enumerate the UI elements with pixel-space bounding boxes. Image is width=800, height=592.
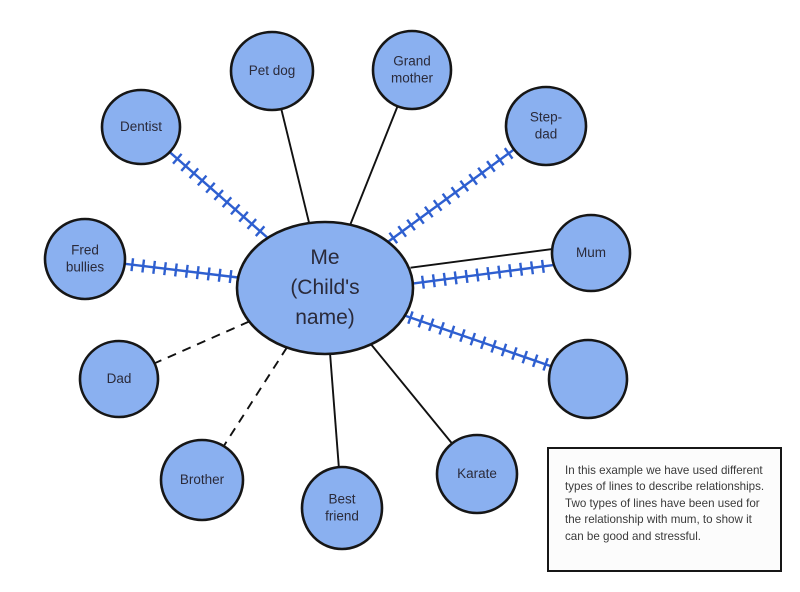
node-center[interactable]: Me (Child's name) [235,220,415,356]
edge-best-friend[interactable] [329,353,340,468]
info-box: In this example we have used different t… [547,447,782,572]
edge-fred-bullies[interactable] [124,258,239,284]
node-brother[interactable]: Brother [159,438,245,522]
node-ellipse[interactable] [159,438,245,522]
edge-karate[interactable] [370,343,453,445]
node-ellipse[interactable] [435,433,519,515]
node-ellipse[interactable] [504,85,588,167]
edge-brother[interactable] [222,346,288,447]
node-ellipse[interactable] [229,30,315,112]
edge-step-dad[interactable] [387,147,515,244]
node-ellipse[interactable] [371,29,453,111]
node-unnamed[interactable] [547,338,629,420]
node-pet-dog[interactable]: Pet dog [229,30,315,112]
nodes-layer: Dentist Pet dog Grand mother Step-dad Mum Kara… [43,29,632,551]
node-karate[interactable]: Karate [435,433,519,515]
center-ellipse[interactable] [235,220,415,356]
info-box-text: In this example we have used different t… [565,464,768,543]
node-best-friend[interactable]: Best friend [300,465,384,551]
node-dentist[interactable]: Dentist [100,88,182,166]
edge-pet-dog[interactable] [280,108,311,224]
node-mum[interactable]: Mum [550,213,632,293]
edge-dentist[interactable] [168,151,269,239]
node-ellipse[interactable] [300,465,384,551]
node-ellipse[interactable] [43,217,127,301]
node-ellipse[interactable] [547,338,629,420]
edge-mum-solid[interactable] [410,248,552,269]
node-ellipse[interactable] [100,88,182,166]
edge-unnamed[interactable] [404,311,552,371]
node-step-dad[interactable]: Step-dad [504,85,588,167]
edge-dad[interactable] [154,320,250,365]
node-dad[interactable]: Dad [78,339,160,419]
node-ellipse[interactable] [78,339,160,419]
diagram-canvas: Dentist Pet dog Grand mother Step-dad Mum Kara… [0,0,800,592]
node-ellipse[interactable] [550,213,632,293]
node-grandmother[interactable]: Grand mother [371,29,453,111]
edge-grandmother[interactable] [349,105,399,226]
node-fred-bullies[interactable]: Fred bullies [43,217,127,301]
